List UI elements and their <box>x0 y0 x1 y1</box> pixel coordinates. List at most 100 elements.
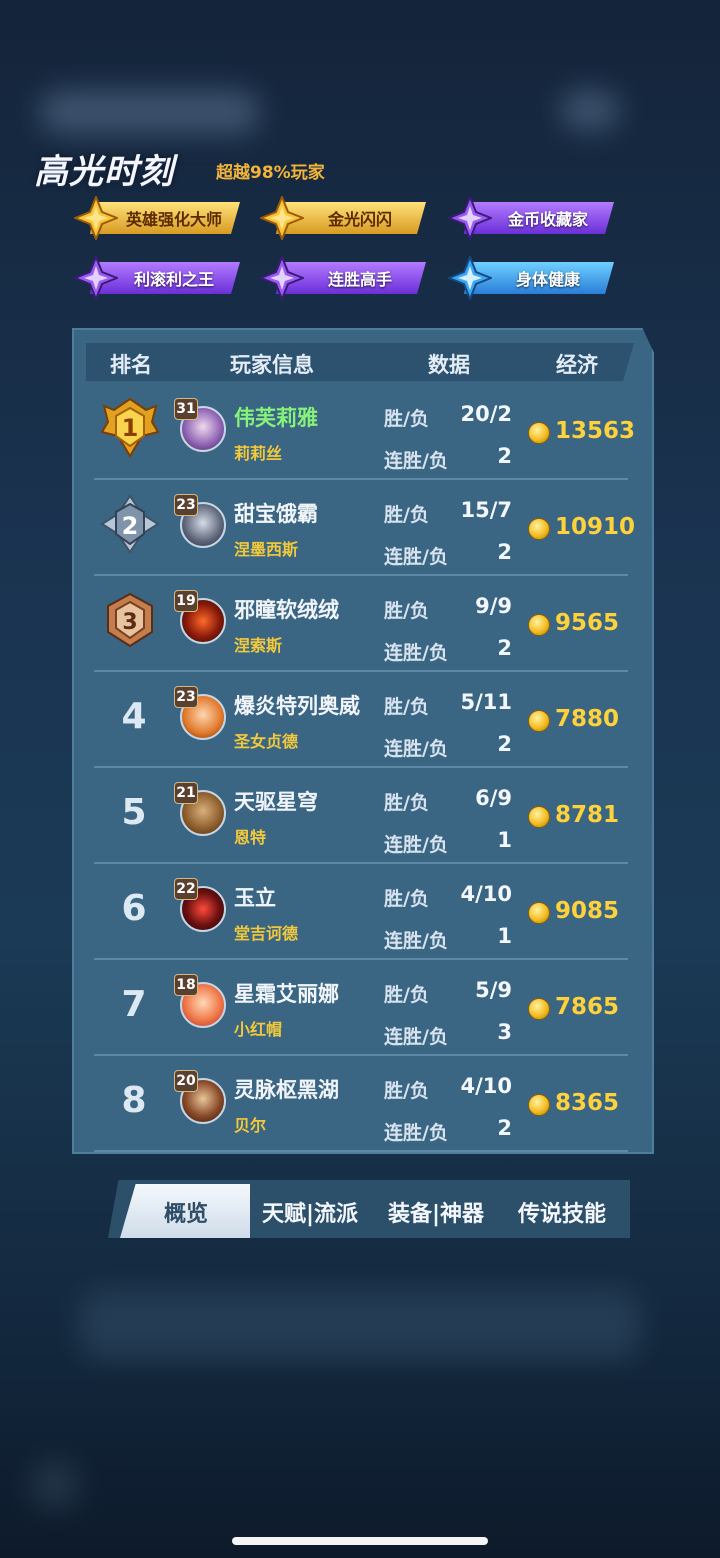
hero-name: 圣女贞德 <box>234 732 299 751</box>
economy-value: 8365 <box>555 1090 620 1116</box>
player-level: 21 <box>174 782 198 804</box>
streak-value: 2 <box>497 1116 512 1140</box>
player-name: 天驱星穹 <box>234 790 318 814</box>
rank-number: 7 <box>121 984 147 1025</box>
tab-legend-skills[interactable]: 传说技能 <box>518 1196 606 1228</box>
purple-star-icon <box>74 256 118 300</box>
win-loss-value: 5/9 <box>475 978 512 1002</box>
purple-star-icon <box>448 196 492 240</box>
table-row[interactable]: 1 31 伟芙莉雅 莉莉丝 胜/负 连胜/负 20/2 2 13563 <box>94 384 635 480</box>
table-row[interactable]: 5 21 天驱星穹 恩特 胜/负 连胜/负 6/9 1 8781 <box>94 768 628 864</box>
blue-star-icon <box>448 256 492 300</box>
purple-star-icon <box>260 256 304 300</box>
tab-equipment-artifact[interactable]: 装备|神器 <box>388 1196 484 1228</box>
rank-number: 5 <box>121 792 147 833</box>
rank-3-bronze-badge-icon: 3 <box>107 592 153 648</box>
win-loss-value: 4/10 <box>460 1074 512 1098</box>
coin-icon <box>528 422 550 444</box>
badge-hero-upgrade-master[interactable]: 英雄强化大师 <box>74 196 244 240</box>
player-name: 伟芙莉雅 <box>234 406 318 430</box>
hero-name: 恩特 <box>234 828 267 847</box>
economy-value: 8781 <box>555 802 620 828</box>
win-loss-value: 4/10 <box>460 882 512 906</box>
streak-label: 连胜/负 <box>384 642 448 664</box>
streak-value: 1 <box>497 924 512 948</box>
table-header <box>86 343 634 381</box>
economy-value: 10910 <box>555 514 636 540</box>
win-loss-label: 胜/负 <box>384 888 429 910</box>
badge-compound-interest-king[interactable]: 利滚利之王 <box>74 256 244 300</box>
rank-number: 4 <box>121 696 147 737</box>
coin-icon <box>528 518 550 540</box>
streak-label: 连胜/负 <box>384 738 448 760</box>
coin-icon <box>528 710 550 732</box>
player-level: 19 <box>174 590 198 612</box>
win-loss-label: 胜/负 <box>384 408 429 430</box>
streak-label: 连胜/负 <box>384 1122 448 1144</box>
gold-star-icon <box>260 196 304 240</box>
win-loss-label: 胜/负 <box>384 696 429 718</box>
player-level: 18 <box>174 974 198 996</box>
row-divider <box>94 1150 628 1152</box>
rank-1-gold-badge-icon: 1 <box>100 397 160 458</box>
badge-coin-collector[interactable]: 金币收藏家 <box>448 196 618 240</box>
win-loss-label: 胜/负 <box>384 1080 429 1102</box>
hero-name: 涅索斯 <box>234 636 283 655</box>
economy-value: 7865 <box>555 994 620 1020</box>
win-loss-value: 15/7 <box>460 498 512 522</box>
win-loss-label: 胜/负 <box>384 984 429 1006</box>
coin-icon <box>528 1094 550 1116</box>
streak-value: 2 <box>497 444 512 468</box>
coin-icon <box>528 806 550 828</box>
player-level: 22 <box>174 878 198 900</box>
badge-win-streak-master[interactable]: 连胜高手 <box>260 256 430 300</box>
tab-overview[interactable]: 概览 <box>164 1196 208 1228</box>
highlight-title: 高光时刻 <box>34 152 174 192</box>
svg-text:1: 1 <box>122 414 139 442</box>
header-data: 数据 <box>428 353 470 377</box>
player-name: 星霜艾丽娜 <box>234 982 339 1006</box>
coin-icon <box>528 902 550 924</box>
win-loss-value: 9/9 <box>475 594 512 618</box>
player-level: 23 <box>174 686 198 708</box>
hero-name: 莉莉丝 <box>234 444 283 463</box>
streak-label: 连胜/负 <box>384 834 448 856</box>
economy-value: 13563 <box>555 418 636 444</box>
home-indicator[interactable] <box>232 1537 488 1545</box>
streak-value: 1 <box>497 828 512 852</box>
economy-value: 9565 <box>555 610 620 636</box>
coin-icon <box>528 998 550 1020</box>
table-row[interactable]: 3 19 邪瞳软绒绒 涅索斯 胜/负 连胜/负 9/9 2 9565 <box>94 576 628 672</box>
badge-good-health[interactable]: 身体健康 <box>448 256 618 300</box>
rank-2-silver-badge-icon: 2 <box>100 494 160 554</box>
table-row[interactable]: 2 23 甜宝饿霸 涅墨西斯 胜/负 连胜/负 15/7 2 10910 <box>94 480 635 576</box>
hero-name: 贝尔 <box>234 1116 267 1135</box>
win-loss-value: 5/11 <box>460 690 512 714</box>
win-loss-value: 20/2 <box>460 402 512 426</box>
streak-value: 2 <box>497 636 512 660</box>
win-loss-label: 胜/负 <box>384 504 429 526</box>
player-name: 爆炎特列奥威 <box>234 694 360 718</box>
table-row[interactable]: 8 20 灵脉枢黑湖 贝尔 胜/负 连胜/负 4/10 2 8365 <box>94 1056 628 1152</box>
table-row[interactable]: 4 23 爆炎特列奥威 圣女贞德 胜/负 连胜/负 5/11 2 7880 <box>94 672 628 768</box>
economy-value: 7880 <box>555 706 620 732</box>
tab-talent-genre[interactable]: 天赋|流派 <box>262 1196 358 1228</box>
streak-value: 3 <box>497 1020 512 1044</box>
streak-value: 2 <box>497 540 512 564</box>
player-name: 灵脉枢黑湖 <box>234 1078 339 1102</box>
hero-name: 涅墨西斯 <box>234 540 299 559</box>
rank-number: 6 <box>121 888 147 929</box>
gold-star-icon <box>74 196 118 240</box>
badge-golden-shine[interactable]: 金光闪闪 <box>260 196 430 240</box>
header-economy: 经济 <box>556 353 598 377</box>
table-row[interactable]: 7 18 星霜艾丽娜 小红帽 胜/负 连胜/负 5/9 3 7865 <box>94 960 628 1056</box>
svg-text:2: 2 <box>122 512 139 540</box>
header-player: 玩家信息 <box>230 353 314 377</box>
win-loss-label: 胜/负 <box>384 792 429 814</box>
player-level: 23 <box>174 494 198 516</box>
streak-label: 连胜/负 <box>384 546 448 568</box>
win-loss-label: 胜/负 <box>384 600 429 622</box>
economy-value: 9085 <box>555 898 620 924</box>
table-row[interactable]: 6 22 玉立 堂吉诃德 胜/负 连胜/负 4/10 1 9085 <box>94 864 628 960</box>
streak-label: 连胜/负 <box>384 1026 448 1048</box>
